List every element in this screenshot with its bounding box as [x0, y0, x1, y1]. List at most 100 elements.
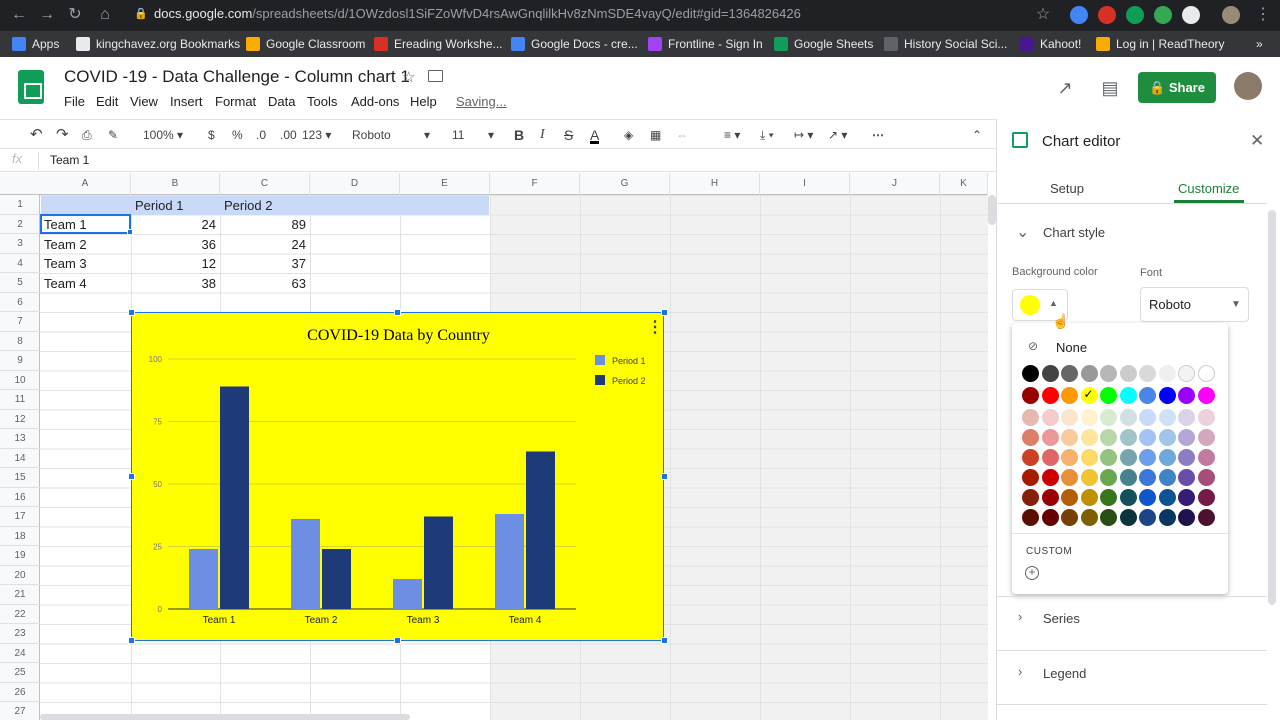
color-swatch[interactable]	[1022, 429, 1039, 446]
color-swatch[interactable]	[1197, 489, 1215, 506]
color-swatch[interactable]	[1178, 469, 1195, 486]
extension-icon[interactable]	[1070, 6, 1088, 24]
row-header[interactable]: 7	[0, 312, 40, 332]
color-swatch[interactable]	[1139, 469, 1156, 486]
currency-button[interactable]: $	[208, 126, 215, 144]
cell[interactable]: 89	[221, 215, 309, 235]
resize-handle[interactable]	[394, 309, 401, 316]
address-bar[interactable]: 🔒 docs.google.com/spreadsheets/d/1OWzdos…	[128, 3, 1058, 25]
font-size-select[interactable]: 11 ▾	[452, 126, 498, 144]
color-swatch[interactable]	[1022, 409, 1039, 426]
decrease-decimal-button[interactable]: .0	[256, 126, 266, 144]
cell[interactable]: 12	[132, 254, 219, 274]
font-select[interactable]: Roboto ▼	[1140, 287, 1249, 322]
undo-icon[interactable]: ↶	[30, 126, 43, 144]
row-header[interactable]: 19	[0, 546, 40, 566]
color-swatch[interactable]	[1178, 409, 1195, 426]
color-swatch[interactable]	[1022, 489, 1039, 506]
zoom-select[interactable]: 100% ▾	[143, 126, 183, 144]
color-swatch[interactable]	[1080, 429, 1098, 446]
row-header[interactable]: 24	[0, 644, 40, 663]
bold-icon[interactable]: B	[514, 126, 524, 144]
color-swatch[interactable]	[1022, 449, 1039, 466]
color-swatch[interactable]	[1061, 387, 1078, 404]
extension-icon[interactable]	[1182, 6, 1200, 24]
color-swatch[interactable]	[1197, 387, 1215, 404]
share-button[interactable]: 🔒 Share	[1138, 72, 1216, 103]
section-series[interactable]: Series	[1043, 611, 1080, 626]
none-option[interactable]: None	[1056, 340, 1087, 355]
color-swatch[interactable]	[1158, 365, 1176, 382]
sheets-logo-icon[interactable]	[18, 70, 44, 104]
column-header-d[interactable]: D	[310, 173, 400, 195]
row-header[interactable]: 26	[0, 683, 40, 702]
more-options-icon[interactable]: ⋯	[872, 126, 884, 144]
color-swatch[interactable]	[1158, 429, 1176, 446]
color-swatch[interactable]	[1041, 429, 1059, 446]
row-header[interactable]: 22	[0, 605, 40, 624]
color-swatch[interactable]	[1119, 469, 1137, 486]
add-custom-color-icon[interactable]: +	[1025, 566, 1039, 580]
tab-customize[interactable]: Customize	[1178, 181, 1239, 196]
color-swatch[interactable]	[1197, 429, 1215, 446]
color-swatch[interactable]	[1041, 489, 1059, 506]
color-swatch[interactable]	[1139, 429, 1156, 446]
color-swatch[interactable]	[1100, 489, 1117, 506]
menu-insert[interactable]: Insert	[170, 94, 203, 109]
resize-handle[interactable]	[661, 309, 668, 316]
color-swatch[interactable]: ✓	[1080, 387, 1098, 404]
resize-handle[interactable]	[128, 637, 135, 644]
row-header[interactable]: 6	[0, 293, 40, 312]
color-swatch[interactable]	[1100, 449, 1117, 466]
bookmark-item[interactable]: Frontline - Sign In	[648, 31, 763, 57]
strikethrough-icon[interactable]: S	[564, 126, 573, 144]
color-swatch[interactable]	[1022, 387, 1039, 404]
color-swatch[interactable]	[1139, 365, 1156, 382]
color-swatch[interactable]	[1100, 469, 1117, 486]
row-header[interactable]: 18	[0, 527, 40, 546]
row-header[interactable]: 8	[0, 332, 40, 351]
cell[interactable]: Period 2	[221, 196, 309, 216]
redo-icon[interactable]: ↷	[56, 126, 69, 144]
align-vertical-icon[interactable]: ⤓ ▾	[760, 126, 774, 144]
row-header[interactable]: 11	[0, 390, 40, 410]
cell[interactable]: Team 4	[41, 274, 130, 294]
cell[interactable]: 38	[132, 274, 219, 294]
home-icon[interactable]: ⌂	[94, 4, 116, 26]
column-header-b[interactable]: B	[131, 173, 220, 195]
row-header[interactable]: 16	[0, 488, 40, 507]
color-swatch[interactable]	[1119, 387, 1137, 404]
close-icon[interactable]: ✕	[1250, 131, 1264, 151]
color-swatch[interactable]	[1197, 365, 1215, 382]
panel-scrollbar[interactable]	[1268, 210, 1276, 605]
row-header[interactable]: 21	[0, 585, 40, 605]
color-swatch[interactable]	[1100, 509, 1117, 526]
menu-file[interactable]: File	[64, 94, 85, 109]
column-header-j[interactable]: J	[850, 173, 940, 195]
extension-icon[interactable]	[1098, 6, 1116, 24]
color-swatch[interactable]	[1041, 365, 1059, 382]
row-header[interactable]: 20	[0, 566, 40, 585]
row-header[interactable]: 12	[0, 410, 40, 429]
color-swatch[interactable]	[1119, 509, 1137, 526]
extension-icon[interactable]	[1154, 6, 1172, 24]
cell[interactable]: Team 3	[41, 254, 130, 274]
bookmark-item[interactable]: Log in | ReadTheory	[1096, 31, 1225, 57]
color-swatch[interactable]	[1158, 387, 1176, 404]
bookmark-item[interactable]: Google Sheets	[774, 31, 873, 57]
cell[interactable]: 24	[132, 215, 219, 235]
color-swatch[interactable]	[1158, 469, 1176, 486]
menu-tools[interactable]: Tools	[307, 94, 337, 109]
color-swatch[interactable]	[1080, 449, 1098, 466]
fill-color-icon[interactable]: ◈	[624, 126, 633, 144]
font-select[interactable]: Roboto ▾	[352, 126, 432, 144]
color-swatch[interactable]	[1158, 449, 1176, 466]
color-swatch[interactable]	[1100, 429, 1117, 446]
cell[interactable]: 36	[132, 235, 219, 255]
color-swatch[interactable]	[1178, 509, 1195, 526]
collapse-menu-icon[interactable]: ⌃	[972, 126, 982, 144]
row-header[interactable]: 13	[0, 429, 40, 449]
section-chart-style[interactable]: Chart style	[1043, 225, 1105, 240]
color-swatch[interactable]	[1119, 489, 1137, 506]
column-header-f[interactable]: F	[490, 173, 580, 195]
